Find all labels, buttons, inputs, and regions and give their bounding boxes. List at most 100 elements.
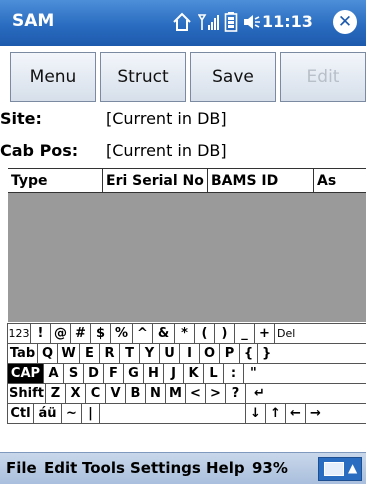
app-title: SAM xyxy=(12,11,55,31)
key-123[interactable]: 123 xyxy=(7,323,30,343)
key-f[interactable]: F xyxy=(103,363,123,383)
keyboard-row-5: Ctl áü ~ | ↓ ↑ ← → xyxy=(7,403,366,423)
key-p[interactable]: P xyxy=(219,343,239,363)
key-t[interactable]: T xyxy=(119,343,139,363)
menu-help[interactable]: Help xyxy=(206,459,245,477)
key-arrow-up[interactable]: ↑ xyxy=(265,403,285,423)
menu-settings[interactable]: Settings xyxy=(130,459,201,477)
cabpos-value[interactable]: [Current in DB] xyxy=(106,141,227,160)
key-ctrl[interactable]: Ctl xyxy=(7,403,33,423)
menu-file[interactable]: File xyxy=(6,459,37,477)
key-space[interactable] xyxy=(99,403,245,423)
menu-tools[interactable]: Tools xyxy=(82,459,125,477)
key-tab[interactable]: Tab xyxy=(7,343,37,363)
key-underscore[interactable]: _ xyxy=(234,323,254,343)
key-pipe[interactable]: | xyxy=(81,403,99,423)
key-x[interactable]: X xyxy=(65,383,85,403)
key-arrow-left[interactable]: ← xyxy=(285,403,305,423)
keyboard-row-2: Tab Q W E R T Y U I O P { } xyxy=(7,343,366,363)
key-z[interactable]: Z xyxy=(45,383,65,403)
column-header-serial[interactable]: Eri Serial No xyxy=(103,169,208,193)
key-caret[interactable]: ^ xyxy=(132,323,152,343)
keyboard-bottom-border xyxy=(7,423,366,424)
save-button[interactable]: Save xyxy=(190,52,276,102)
key-exclaim[interactable]: ! xyxy=(30,323,50,343)
key-o[interactable]: O xyxy=(199,343,219,363)
clock[interactable]: 11:13 xyxy=(262,12,313,31)
toolbar: Menu Struct Save Edit xyxy=(0,46,366,104)
keyboard-row-1: 123 ! @ # $ % ^ & * ( ) _ + Del xyxy=(7,323,366,343)
keyboard-row-4: Shift Z X C V B N M < > ? ↵ xyxy=(7,383,366,403)
key-r[interactable]: R xyxy=(99,343,119,363)
key-d[interactable]: D xyxy=(83,363,103,383)
key-tilde[interactable]: ~ xyxy=(61,403,81,423)
menu-button[interactable]: Menu xyxy=(10,52,96,102)
struct-button[interactable]: Struct xyxy=(100,52,186,102)
site-label: Site: xyxy=(0,109,42,128)
key-v[interactable]: V xyxy=(105,383,125,403)
key-enter[interactable]: ↵ xyxy=(245,383,366,403)
key-e[interactable]: E xyxy=(79,343,99,363)
title-bar: SAM 11:13 ✕ xyxy=(0,0,366,46)
key-open-brace[interactable]: { xyxy=(239,343,257,363)
key-close-paren[interactable]: ) xyxy=(214,323,234,343)
keyboard-row-3: CAP A S D F G H J K L : " xyxy=(7,363,366,383)
cabpos-label: Cab Pos: xyxy=(0,141,79,160)
key-w[interactable]: W xyxy=(57,343,79,363)
key-b[interactable]: B xyxy=(125,383,145,403)
key-less-than[interactable]: < xyxy=(185,383,205,403)
key-colon[interactable]: : xyxy=(223,363,243,383)
key-asterisk[interactable]: * xyxy=(174,323,194,343)
key-shift[interactable]: Shift xyxy=(7,383,45,403)
key-m[interactable]: M xyxy=(165,383,185,403)
key-u[interactable]: U xyxy=(159,343,179,363)
key-arrow-right[interactable]: → xyxy=(305,403,366,423)
volume-icon[interactable] xyxy=(242,12,262,36)
zoom-level[interactable]: 93% xyxy=(252,459,288,477)
key-k[interactable]: K xyxy=(183,363,203,383)
key-q[interactable]: Q xyxy=(37,343,57,363)
column-header-as[interactable]: As xyxy=(314,169,366,193)
key-y[interactable]: Y xyxy=(139,343,159,363)
site-value[interactable]: [Current in DB] xyxy=(106,109,227,128)
soft-keyboard: 123 ! @ # $ % ^ & * ( ) _ + Del Tab Q W … xyxy=(7,323,366,445)
battery-icon[interactable] xyxy=(224,11,238,37)
key-arrow-down[interactable]: ↓ xyxy=(245,403,265,423)
key-delete[interactable]: Del xyxy=(274,323,366,343)
key-question[interactable]: ? xyxy=(225,383,245,403)
edit-button[interactable]: Edit xyxy=(280,52,366,102)
key-i[interactable]: I xyxy=(179,343,199,363)
key-caps-lock[interactable]: CAP xyxy=(7,363,43,383)
signal-icon[interactable] xyxy=(197,12,220,36)
key-a[interactable]: A xyxy=(43,363,63,383)
key-close-brace[interactable]: } xyxy=(257,343,366,363)
arrow-up-icon: ▲ xyxy=(348,461,358,475)
key-c[interactable]: C xyxy=(85,383,105,403)
key-dollar[interactable]: $ xyxy=(90,323,110,343)
list-header: Type Eri Serial No BAMS ID As xyxy=(8,169,366,193)
key-greater-than[interactable]: > xyxy=(205,383,225,403)
key-h[interactable]: H xyxy=(143,363,163,383)
key-ampersand[interactable]: & xyxy=(152,323,174,343)
key-quote[interactable]: " xyxy=(243,363,366,383)
input-panel-button[interactable]: ▲ xyxy=(318,457,362,481)
cabpos-field: Cab Pos: [Current in DB] xyxy=(0,141,366,163)
column-header-type[interactable]: Type xyxy=(8,169,103,193)
key-percent[interactable]: % xyxy=(110,323,132,343)
column-header-bams-id[interactable]: BAMS ID xyxy=(208,169,314,193)
key-plus[interactable]: + xyxy=(254,323,274,343)
key-l[interactable]: L xyxy=(203,363,223,383)
home-icon[interactable] xyxy=(172,12,192,36)
close-icon[interactable]: ✕ xyxy=(333,10,357,34)
key-g[interactable]: G xyxy=(123,363,143,383)
menu-edit[interactable]: Edit xyxy=(44,459,77,477)
key-hash[interactable]: # xyxy=(70,323,90,343)
key-open-paren[interactable]: ( xyxy=(194,323,214,343)
key-at[interactable]: @ xyxy=(50,323,70,343)
key-j[interactable]: J xyxy=(163,363,183,383)
records-list[interactable]: Type Eri Serial No BAMS ID As xyxy=(8,168,366,322)
keyboard-icon xyxy=(324,462,344,476)
key-accents[interactable]: áü xyxy=(33,403,61,423)
key-s[interactable]: S xyxy=(63,363,83,383)
key-n[interactable]: N xyxy=(145,383,165,403)
